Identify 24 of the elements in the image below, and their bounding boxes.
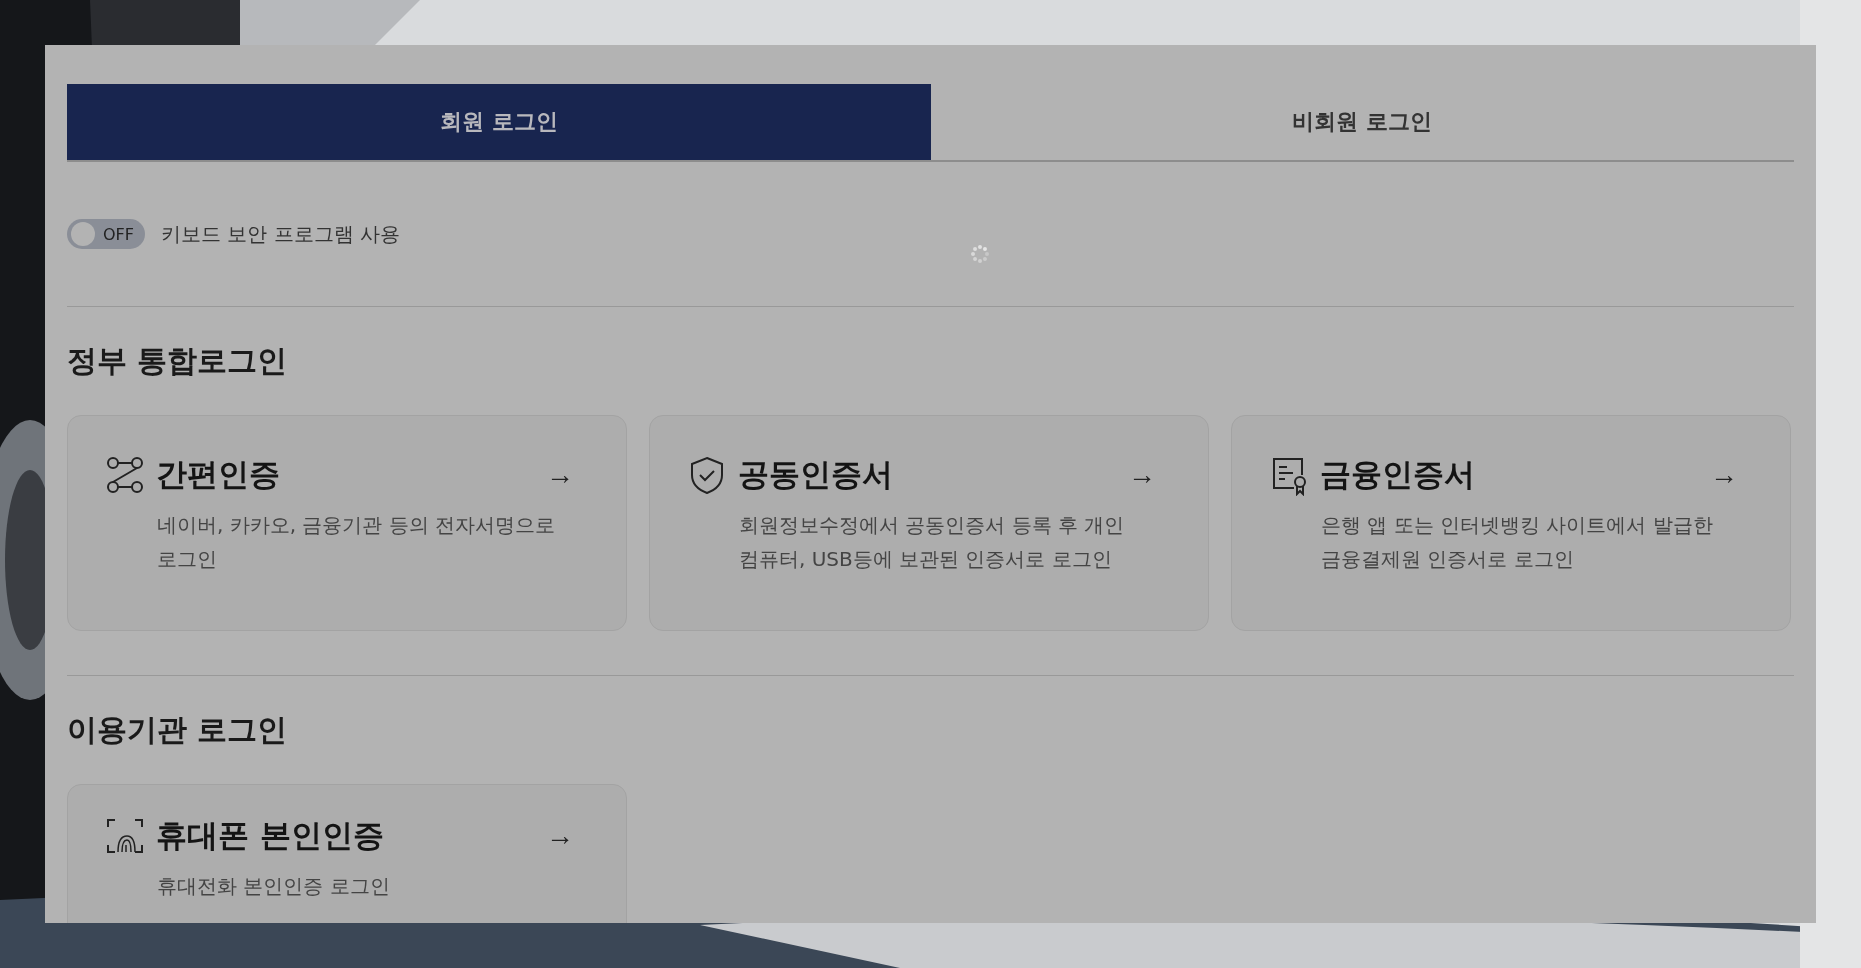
- login-option-card[interactable]: 공동인증서 → 회원정보수정에서 공동인증서 등록 후 개인 컴퓨터, USB등에 보관된 인증서로 로그인: [649, 415, 1209, 631]
- section-heading: 이용기관 로그인: [67, 711, 289, 749]
- card-description: 네이버, 카카오, 금융기관 등의 전자서명으로 로그인: [157, 512, 557, 573]
- card-title: 간편인증: [156, 455, 281, 494]
- keyboard-security-toggle[interactable]: OFF: [67, 219, 145, 249]
- login-tab[interactable]: 회원 로그인: [67, 84, 931, 160]
- arrow-button[interactable]: →: [1710, 459, 1754, 491]
- nodes-icon: [104, 454, 146, 496]
- card-title: 금융인증서: [1320, 455, 1476, 494]
- section-heading: 정부 통합로그인: [67, 342, 289, 380]
- card-title: 공동인증서: [738, 455, 894, 494]
- arrow-button[interactable]: →: [546, 459, 590, 491]
- card-title: 휴대폰 본인인증: [156, 816, 385, 855]
- loading-spinner-icon: [970, 244, 990, 264]
- card-description: 은행 앱 또는 인터넷뱅킹 사이트에서 발급한 금융결제원 인증서로 로그인: [1321, 512, 1714, 573]
- login-tab[interactable]: 비회원 로그인: [930, 84, 1794, 160]
- login-option-card[interactable]: 금융인증서 → 은행 앱 또는 인터넷뱅킹 사이트에서 발급한 금융결제원 인증서로 로그인: [1231, 415, 1791, 631]
- login-option-card[interactable]: 휴대폰 본인인증 → 휴대전화 본인인증 로그인: [67, 784, 627, 923]
- card-description: 휴대전화 본인인증 로그인: [157, 873, 391, 900]
- arrow-button[interactable]: →: [1128, 459, 1172, 491]
- login-option-card[interactable]: 간편인증 → 네이버, 카카오, 금융기관 등의 전자서명으로 로그인: [67, 415, 627, 631]
- card-description: 회원정보수정에서 공동인증서 등록 후 개인 컴퓨터, USB등에 보관된 인증서로 로그인: [739, 512, 1126, 573]
- toggle-label: 키보드 보안 프로그램 사용: [161, 220, 401, 248]
- arrow-button[interactable]: →: [546, 820, 590, 852]
